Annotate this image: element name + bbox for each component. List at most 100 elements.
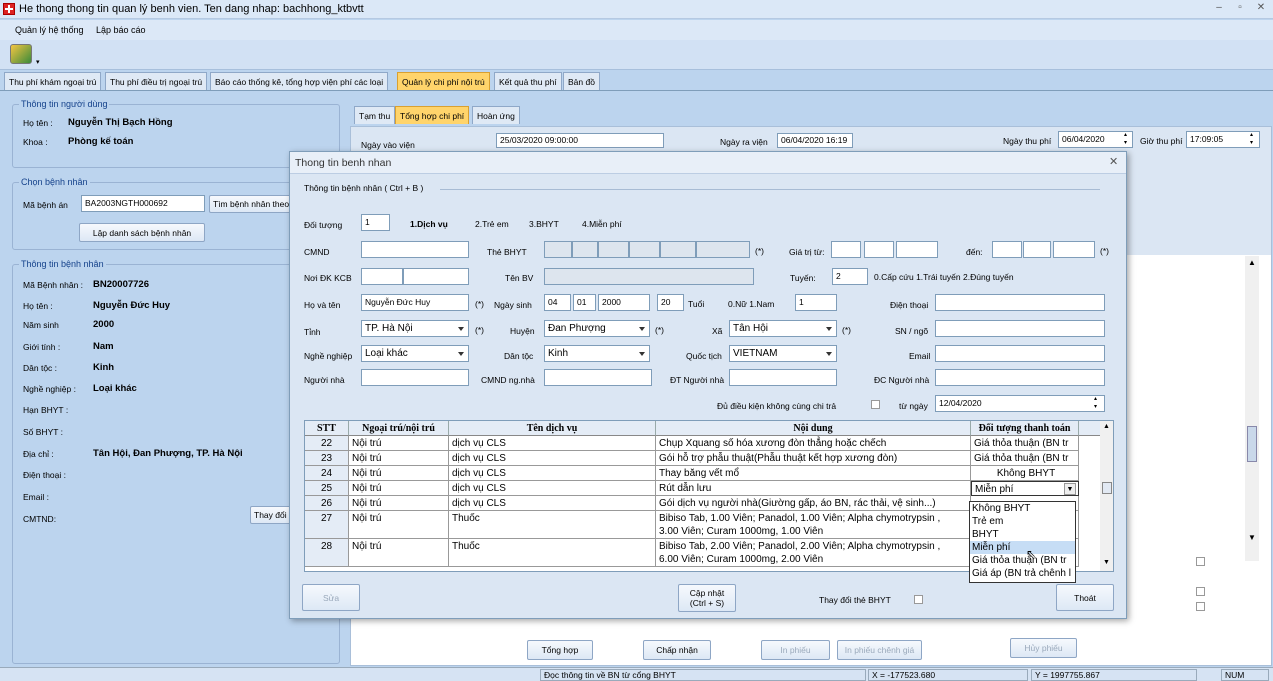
tab-map[interactable]: Bản đồ	[563, 72, 600, 90]
accept-button[interactable]: Chấp nhận	[643, 640, 711, 660]
valid-to-day[interactable]	[992, 241, 1022, 258]
district-select[interactable]: Đan Phượng	[544, 320, 650, 337]
panel-checkbox-1[interactable]	[1196, 557, 1205, 566]
pay-time-input[interactable]: 17:09:05	[1186, 131, 1260, 148]
bhyt-card-part-1[interactable]	[544, 241, 572, 258]
chevron-down-icon[interactable]: ▾	[36, 58, 40, 66]
pay-date-input[interactable]: 06/04/2020	[1058, 131, 1133, 148]
exit-button[interactable]: Thoát	[1056, 584, 1114, 611]
valid-from-month[interactable]	[864, 241, 894, 258]
registration-code-input[interactable]	[361, 268, 403, 285]
relative-name-input[interactable]	[361, 369, 469, 386]
maximize-icon[interactable]: ▫	[1233, 2, 1247, 14]
hospital-cross-icon	[3, 3, 15, 15]
table-row[interactable]: 25	[305, 481, 349, 496]
grid-scroll-down-icon[interactable]: ▼	[1103, 559, 1110, 566]
table-row[interactable]: 27	[305, 511, 349, 539]
table-row[interactable]: 24	[305, 466, 349, 481]
tab-outpatient-exam[interactable]: Thu phí khám ngoại trú	[4, 72, 102, 90]
registration-name-input[interactable]	[403, 268, 469, 285]
email-input[interactable]	[935, 345, 1105, 362]
table-row[interactable]: 26	[305, 496, 349, 511]
print-diff-receipt-button[interactable]: In phiếu chênh giá	[837, 640, 922, 660]
scroll-down-icon[interactable]: ▼	[1248, 533, 1256, 542]
update-button[interactable]: Cập nhật (Ctrl + S)	[678, 584, 736, 612]
relative-address-input[interactable]	[935, 369, 1105, 386]
object-type-input[interactable]: 1	[361, 214, 390, 231]
valid-to-year[interactable]	[1053, 241, 1095, 258]
panel-checkbox-2[interactable]	[1196, 587, 1205, 596]
close-icon[interactable]: ✕	[1254, 2, 1268, 14]
grid-scroll-up-icon[interactable]: ▲	[1103, 423, 1110, 430]
table-row[interactable]: 28	[305, 539, 349, 567]
birth-day-input[interactable]: 04	[544, 294, 571, 311]
sex-input[interactable]: 1	[795, 294, 837, 311]
panel-scrollbar[interactable]	[1245, 256, 1259, 561]
dropdown-option[interactable]: Miễn phí	[970, 541, 1075, 554]
job-select[interactable]: Loại khác	[361, 345, 469, 362]
scroll-up-icon[interactable]: ▲	[1248, 258, 1256, 267]
tab-temp-payment[interactable]: Tạm thu	[354, 106, 396, 124]
search-patient-button[interactable]: Tìm bệnh nhân theo	[209, 195, 291, 213]
patient-name-input[interactable]: Nguyễn Đức Huy	[361, 294, 469, 311]
panel-checkbox-3[interactable]	[1196, 602, 1205, 611]
table-row[interactable]: 23	[305, 451, 349, 466]
print-receipt-button[interactable]: In phiếu	[761, 640, 830, 660]
phone-input[interactable]	[935, 294, 1105, 311]
route-input[interactable]: 2	[832, 268, 868, 285]
bhyt-card-part-5[interactable]	[660, 241, 696, 258]
patient-address: Tân Hội, Đan Phượng, TP. Hà Nội	[93, 448, 243, 459]
valid-from-year[interactable]	[896, 241, 938, 258]
dropdown-option[interactable]: Giá áp (BN trả chênh l	[970, 567, 1075, 580]
valid-to-month[interactable]	[1023, 241, 1051, 258]
tab-payment-results[interactable]: Kết quả thu phí	[494, 72, 562, 90]
bhyt-card-part-3[interactable]	[598, 241, 629, 258]
birth-month-input[interactable]: 01	[573, 294, 596, 311]
street-input[interactable]	[935, 320, 1105, 337]
payment-target-select[interactable]: Miễn phí	[971, 481, 1079, 496]
age-input[interactable]: 20	[657, 294, 684, 311]
ethnic-select[interactable]: Kinh	[544, 345, 650, 362]
edit-button[interactable]: Sửa	[302, 584, 360, 611]
title-bar: He thong thong tin quan lý benh vien. Te…	[0, 0, 1273, 19]
cmnd-input[interactable]	[361, 241, 469, 258]
change-bhyt-checkbox[interactable]	[914, 595, 923, 604]
bhyt-card-part-6[interactable]	[696, 241, 750, 258]
valid-from-day[interactable]	[831, 241, 861, 258]
relative-cmnd-input[interactable]	[544, 369, 652, 386]
tab-refund[interactable]: Hoàn ứng	[472, 106, 520, 124]
main-tab-row: Thu phí khám ngoại trú Thu phí điều trị …	[0, 71, 1273, 91]
menu-system[interactable]: Quản lý hệ thống	[15, 25, 84, 35]
cancel-receipt-button[interactable]: Hủy phiếu	[1010, 638, 1077, 658]
dropdown-option[interactable]: Không BHYT	[970, 502, 1075, 515]
pay-time-spinner-icon[interactable]: ▴ ▾	[1250, 131, 1253, 147]
from-date-spinner-icon[interactable]: ▴ ▾	[1094, 395, 1097, 411]
from-date-input[interactable]: 12/04/2020	[935, 395, 1105, 412]
record-id-input[interactable]: BA2003NGTH000692	[81, 195, 205, 212]
tab-cost-summary[interactable]: Tổng hợp chi phí	[395, 106, 470, 124]
pay-date-spinner-icon[interactable]: ▴ ▾	[1124, 131, 1127, 147]
ward-select[interactable]: Tân Hội	[729, 320, 837, 337]
dropdown-option[interactable]: BHYT	[970, 528, 1075, 541]
table-row[interactable]: 22	[305, 436, 349, 451]
province-select[interactable]: TP. Hà Nội	[361, 320, 469, 337]
tab-reports[interactable]: Báo cáo thống kê, tổng hợp viện phí các …	[210, 72, 389, 90]
summary-button[interactable]: Tổng hợp	[527, 640, 593, 660]
minimize-icon[interactable]: –	[1212, 2, 1226, 14]
dropdown-chevron-icon[interactable]: ▼	[1064, 483, 1076, 495]
create-patient-list-button[interactable]: Lập danh sách bệnh nhân	[79, 223, 205, 242]
dropdown-option[interactable]: Trẻ em	[970, 515, 1075, 528]
grid-scrollbar[interactable]: ▲ ▼	[1100, 421, 1113, 571]
menu-report[interactable]: Lập báo cáo	[96, 25, 146, 35]
dialog-close-icon[interactable]: ✕	[1109, 155, 1118, 168]
bhyt-card-part-4[interactable]	[629, 241, 660, 258]
co-payment-checkbox[interactable]	[871, 400, 880, 409]
birth-year-input[interactable]: 2000	[598, 294, 650, 311]
nationality-select[interactable]: VIETNAM	[729, 345, 837, 362]
tab-inpatient-costs[interactable]: Quản lý chi phí nội trú	[397, 72, 490, 90]
bhyt-card-part-2[interactable]	[572, 241, 598, 258]
tool-icon[interactable]	[10, 44, 32, 64]
tab-outpatient-treatment[interactable]: Thu phí điều trị ngoại trú	[105, 72, 208, 90]
relative-phone-input[interactable]	[729, 369, 837, 386]
dropdown-option[interactable]: Giá thỏa thuận (BN tr	[970, 554, 1075, 567]
